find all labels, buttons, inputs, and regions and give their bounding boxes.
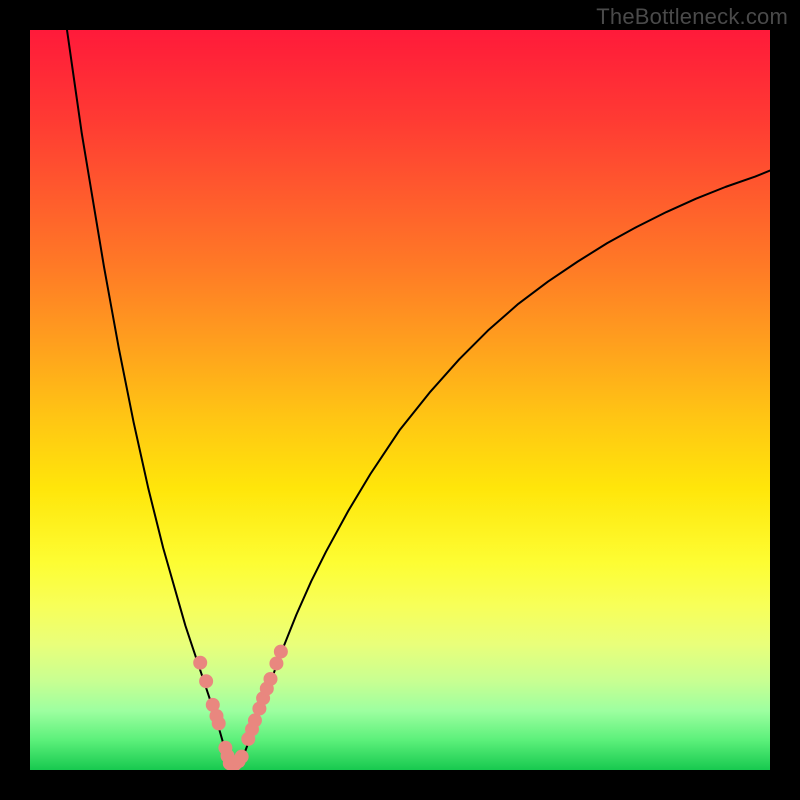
marker-point xyxy=(212,716,226,730)
curve-line xyxy=(67,30,770,768)
marker-point xyxy=(274,645,288,659)
bottleneck-curve xyxy=(67,30,770,768)
chart-frame: TheBottleneck.com xyxy=(0,0,800,800)
watermark-text: TheBottleneck.com xyxy=(596,4,788,30)
plot-area xyxy=(30,30,770,770)
marker-point xyxy=(235,750,249,764)
chart-svg xyxy=(30,30,770,770)
marker-group xyxy=(193,645,288,770)
marker-point xyxy=(199,674,213,688)
marker-point xyxy=(193,656,207,670)
marker-point xyxy=(264,672,278,686)
